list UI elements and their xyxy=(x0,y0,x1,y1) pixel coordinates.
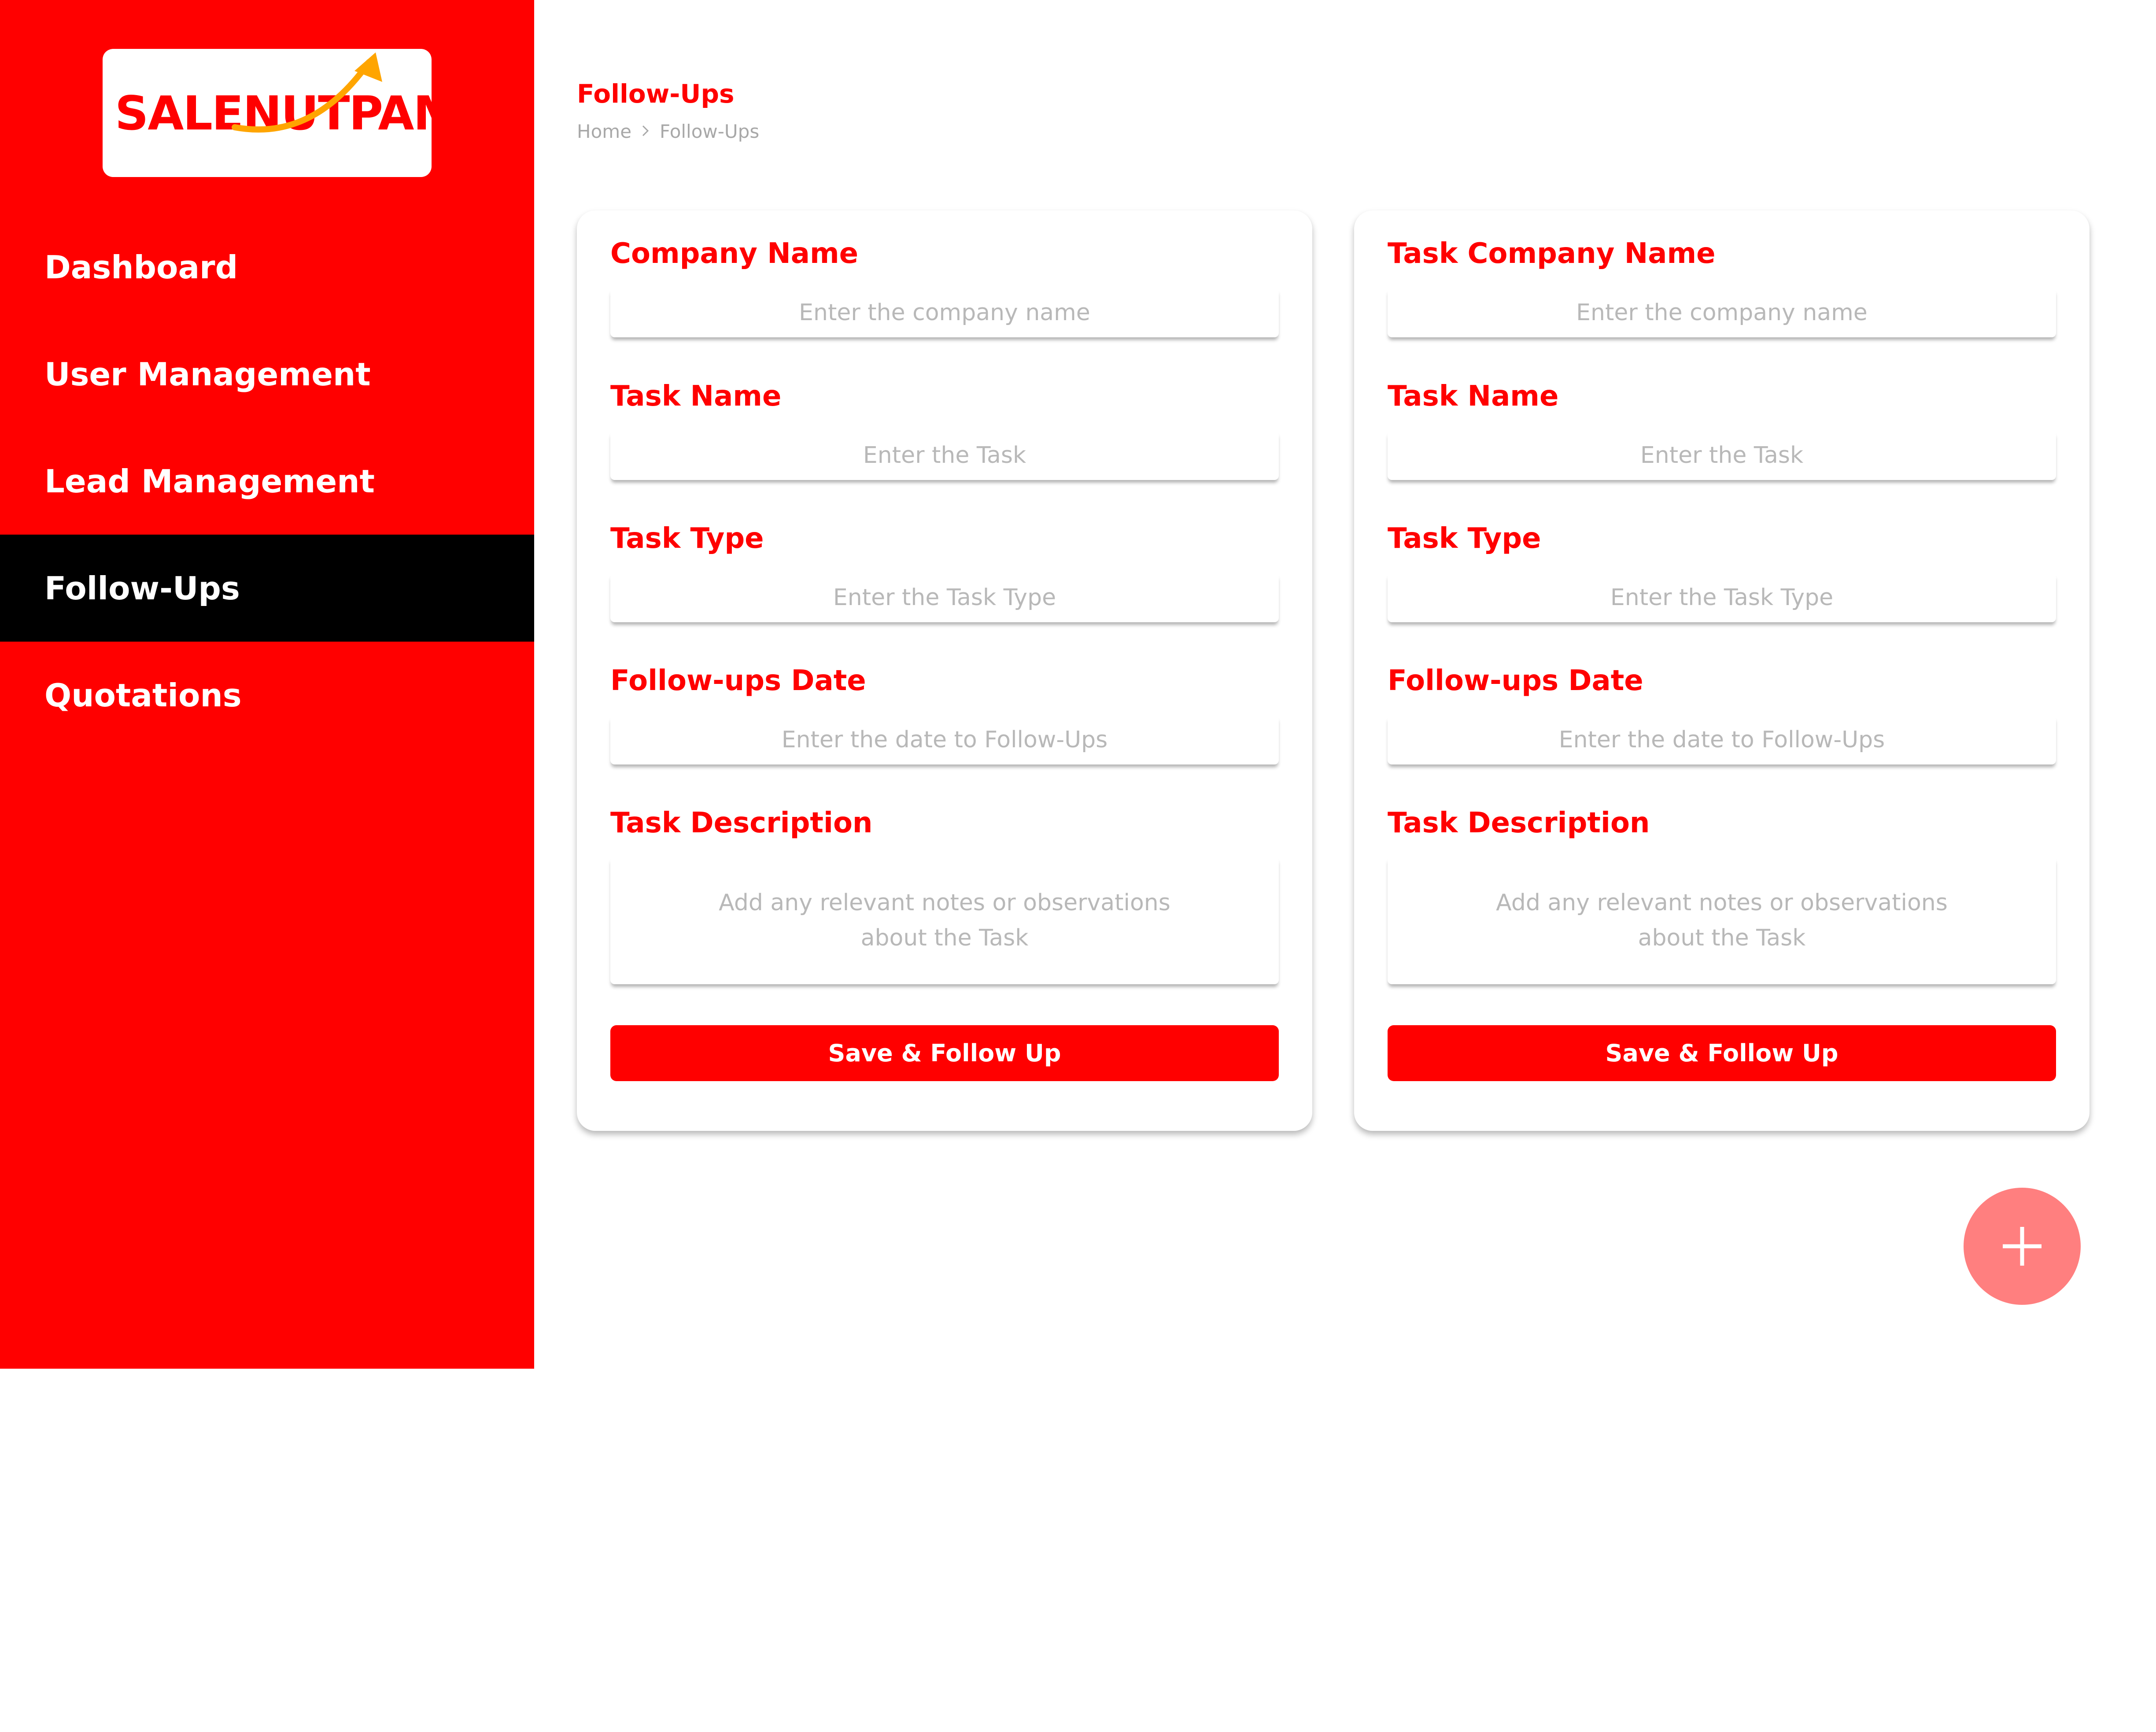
follow-up-date-input[interactable] xyxy=(610,715,1279,764)
sidebar-item-lead-management[interactable]: Lead Management xyxy=(0,428,534,535)
follow-up-date-label: Follow-ups Date xyxy=(1388,665,1643,697)
follow-up-form-card: Company Name Task Name Task Type Follow-… xyxy=(577,210,1312,1131)
company-name-label: Company Name xyxy=(610,237,859,270)
task-type-label: Task Type xyxy=(1388,522,1541,555)
task-type-label: Task Type xyxy=(610,522,764,555)
task-company-name-label: Task Company Name xyxy=(1388,237,1716,270)
task-name-label: Task Name xyxy=(610,380,782,413)
task-company-name-input[interactable] xyxy=(1388,288,2056,337)
sidebar-item-user-management[interactable]: User Management xyxy=(0,321,534,428)
breadcrumb-current: Follow-Ups xyxy=(660,121,760,142)
page-title: Follow-Ups xyxy=(577,79,735,109)
task-type-input[interactable] xyxy=(610,573,1279,622)
sidebar-item-dashboard[interactable]: Dashboard xyxy=(0,214,534,321)
add-follow-up-button[interactable] xyxy=(1964,1188,2081,1305)
brand-logo[interactable]: SALENUTPAM xyxy=(103,49,460,177)
follow-up-form-card: Task Company Name Task Name Task Type Fo… xyxy=(1354,210,2090,1131)
task-description-label: Task Description xyxy=(1388,807,1650,839)
task-description-textarea[interactable]: Add any relevant notes or observations a… xyxy=(1388,857,2056,984)
plus-icon xyxy=(2003,1227,2042,1266)
save-follow-up-button[interactable]: Save & Follow Up xyxy=(1388,1025,2056,1081)
task-description-textarea[interactable]: Add any relevant notes or observations a… xyxy=(610,857,1279,984)
task-name-input[interactable] xyxy=(1388,431,2056,480)
sidebar-nav: Dashboard User Management Lead Managemen… xyxy=(0,214,534,749)
task-name-label: Task Name xyxy=(1388,380,1559,413)
company-name-input[interactable] xyxy=(610,288,1279,337)
task-type-input[interactable] xyxy=(1388,573,2056,622)
breadcrumb: Home Follow-Ups xyxy=(577,122,759,141)
task-description-label: Task Description xyxy=(610,807,873,839)
sidebar-item-follow-ups[interactable]: Follow-Ups xyxy=(0,535,534,642)
follow-up-date-label: Follow-ups Date xyxy=(610,665,866,697)
chevron-right-icon xyxy=(641,123,650,140)
breadcrumb-home[interactable]: Home xyxy=(577,122,631,141)
task-name-input[interactable] xyxy=(610,431,1279,480)
sidebar-item-quotations[interactable]: Quotations xyxy=(0,642,534,749)
follow-up-date-input[interactable] xyxy=(1388,715,2056,764)
trend-arrow-icon xyxy=(232,52,382,133)
sidebar: SALENUTPAM Dashboard User Management Lea… xyxy=(0,0,534,1369)
save-follow-up-button[interactable]: Save & Follow Up xyxy=(610,1025,1279,1081)
